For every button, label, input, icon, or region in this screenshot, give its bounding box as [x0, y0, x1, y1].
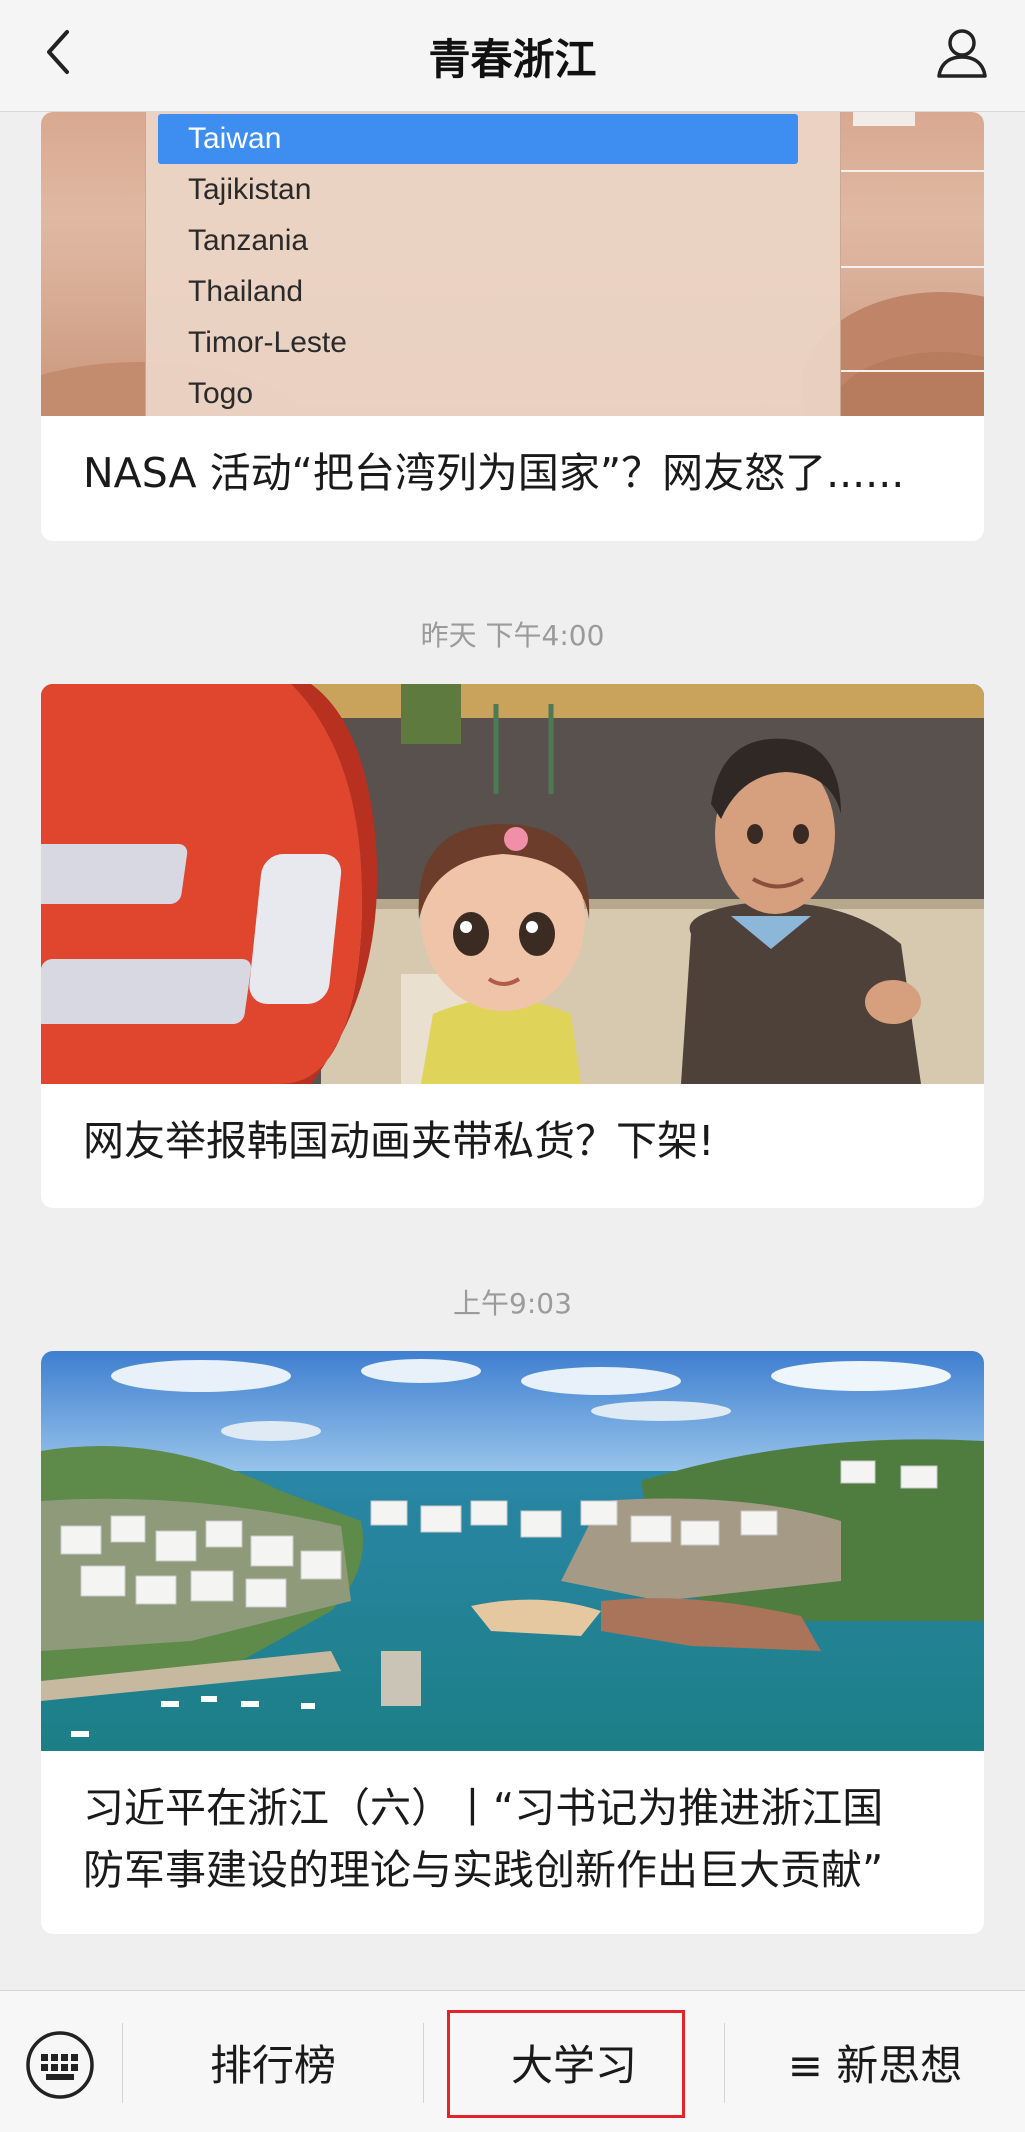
article-title-line: 习近平在浙江（六）丨“习书记为推进浙江国: [83, 1784, 884, 1832]
dropdown-option-selected: Taiwan: [158, 114, 798, 164]
article-title-line: 防军事建设的理论与实践创新作出巨大贡献”: [83, 1846, 884, 1894]
dropdown-option: Thailand: [188, 275, 304, 308]
article-title: 习近平在浙江（六）丨“习书记为推进浙江国 防军事建设的理论与实践创新作出巨大贡献…: [41, 1751, 984, 1901]
dropdown-option: Togo: [188, 377, 254, 410]
dropdown-option: Tajikistan: [188, 173, 312, 206]
dropdown-option: Timor-Leste: [188, 326, 347, 359]
chevron-left-icon: [47, 30, 69, 74]
island-photo: [41, 1351, 984, 1751]
back-button[interactable]: [28, 22, 88, 82]
article-cover-image: [41, 1351, 984, 1751]
panel-tab: [853, 112, 915, 126]
profile-button[interactable]: [931, 22, 993, 84]
menu-item-new-thought[interactable]: ≡ 新思想: [725, 1991, 1025, 2132]
menu-item-study[interactable]: 大学习: [424, 1991, 724, 2132]
keyboard-icon: [26, 2031, 94, 2099]
country-dropdown-list: Taiwan Tajikistan Tanzania Thailand Timo…: [145, 112, 841, 416]
article-cover-image: [41, 684, 984, 1084]
bottom-menu-bar: 排行榜 大学习 ≡ 新思想: [0, 1990, 1025, 2132]
cartoon-illustration: [41, 684, 984, 1084]
article-cover-image: Taiwan Tajikistan Tanzania Thailand Timo…: [41, 112, 984, 416]
user-icon: [937, 29, 987, 78]
message-timestamp: 昨天 下午4:00: [420, 619, 605, 652]
article-card[interactable]: 网友举报韩国动画夹带私货？下架!: [41, 684, 984, 1208]
keyboard-toggle-button[interactable]: [24, 2029, 96, 2101]
page-title: 青春浙江: [428, 34, 597, 84]
article-card[interactable]: 习近平在浙江（六）丨“习书记为推进浙江国 防军事建设的理论与实践创新作出巨大贡献…: [41, 1351, 984, 1934]
message-timestamp: 上午9:03: [453, 1287, 572, 1320]
dropdown-option: Tanzania: [188, 224, 309, 257]
menu-item-ranking[interactable]: 排行榜: [123, 1991, 423, 2132]
article-title: NASA 活动“把台湾列为国家”？网友怒了......: [83, 449, 905, 497]
article-title: 网友举报韩国动画夹带私货？下架!: [83, 1117, 715, 1165]
top-nav-bar: 青春浙江: [0, 0, 1025, 112]
article-card[interactable]: Taiwan Tajikistan Tanzania Thailand Timo…: [41, 112, 984, 541]
